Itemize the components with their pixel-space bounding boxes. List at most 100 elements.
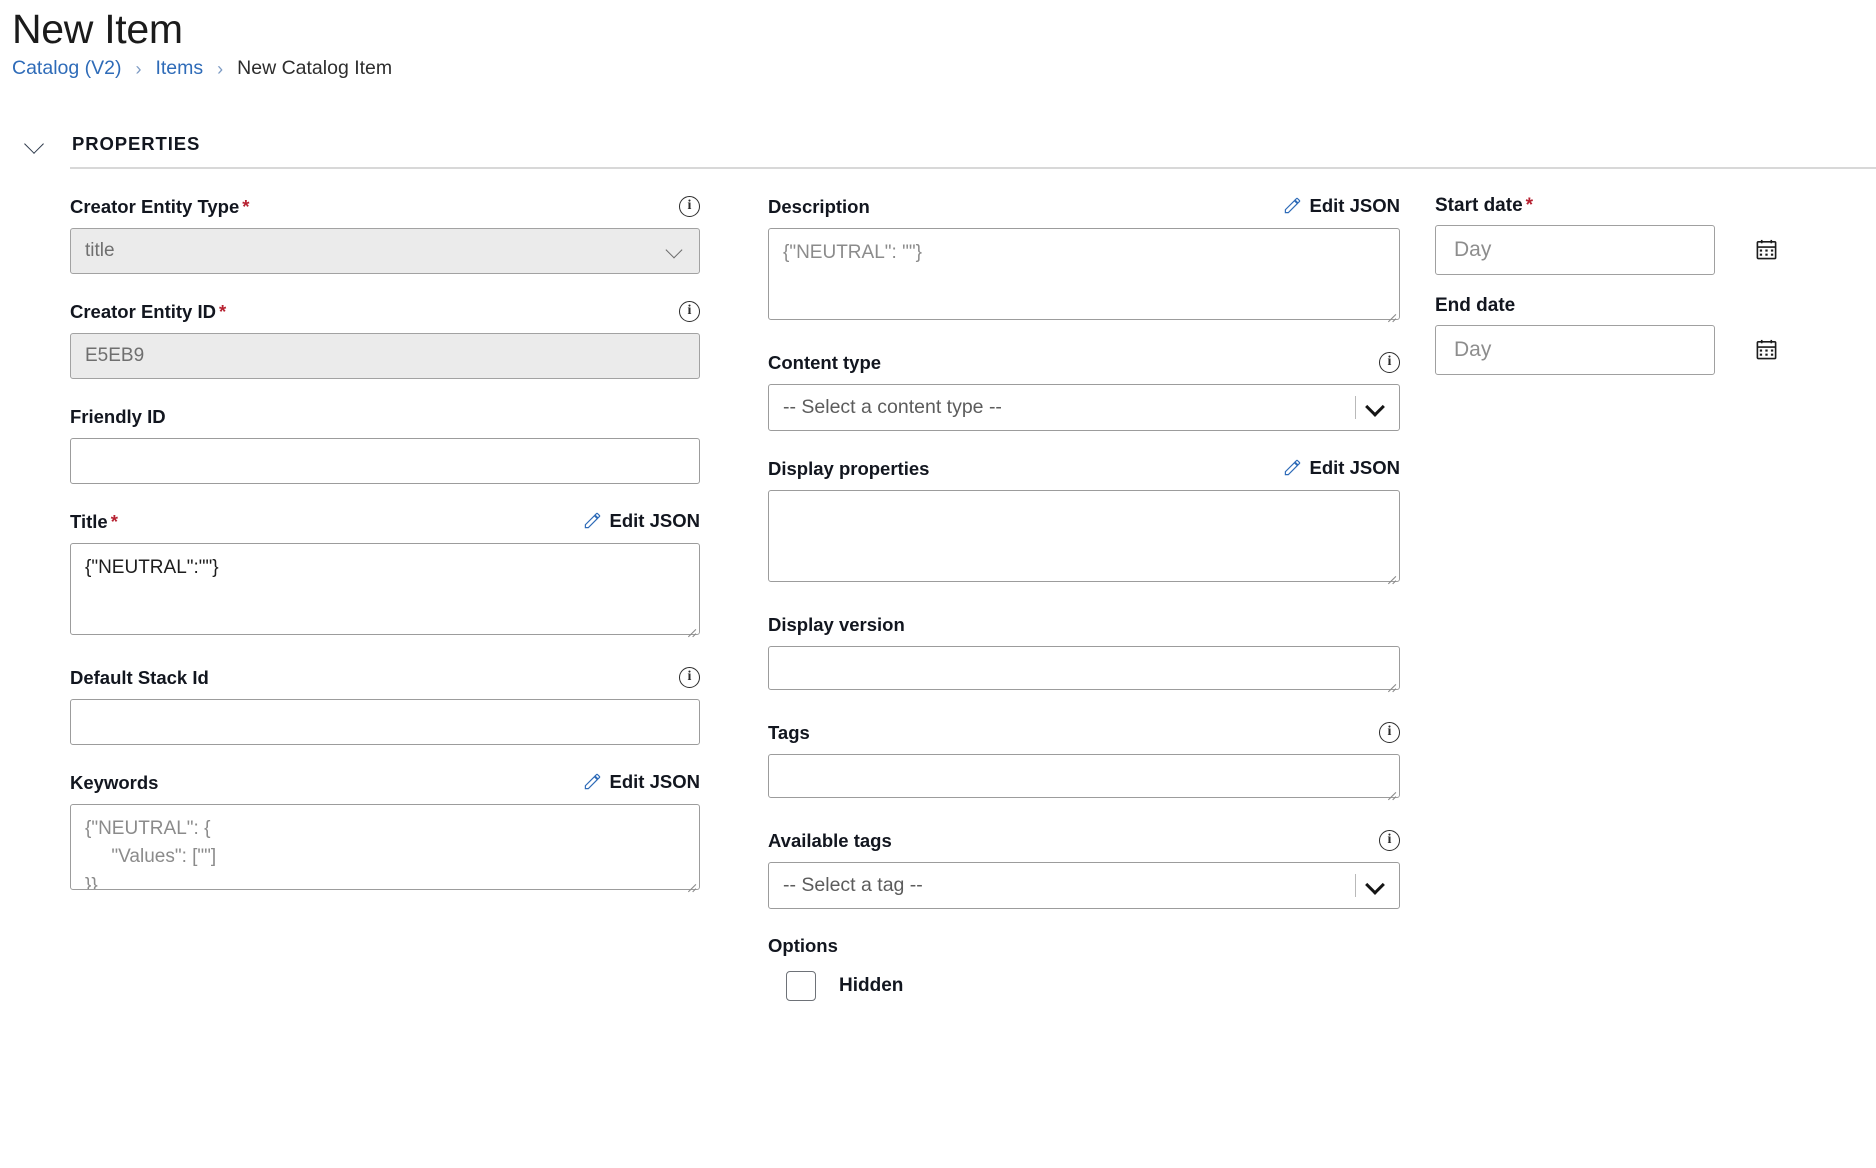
field-header: Friendly ID <box>70 405 700 429</box>
creator-entity-type-select-wrapper[interactable] <box>70 227 700 274</box>
field-label: Display version <box>768 613 905 635</box>
edit-json-button-keywords[interactable]: Edit JSON <box>583 771 700 793</box>
tags-textarea[interactable] <box>768 753 1400 798</box>
field-label: Default Stack Id <box>70 666 209 688</box>
breadcrumb-separator-icon: › <box>135 58 142 79</box>
field-header: Keywords Edit JSON <box>70 771 700 795</box>
form-column-middle: Description Edit JSON Content type i <box>700 195 1400 1027</box>
field-header: Tags i <box>768 721 1400 745</box>
field-label: Description <box>768 195 870 217</box>
edit-json-label: Edit JSON <box>609 770 700 792</box>
field-header: Title * Edit JSON <box>70 510 700 534</box>
field-label: Tags <box>768 721 810 743</box>
display-version-textarea[interactable] <box>768 645 1400 690</box>
hidden-checkbox-label: Hidden <box>839 974 904 996</box>
edit-json-button-description[interactable]: Edit JSON <box>1283 195 1400 217</box>
field-end-date: End date <box>1435 295 1800 375</box>
field-default-stack-id: Default Stack Id i <box>70 666 700 745</box>
content-type-select[interactable] <box>768 383 1400 431</box>
required-asterisk: * <box>110 510 118 532</box>
select-divider <box>1355 395 1356 419</box>
available-tags-select-wrapper[interactable]: -- Select a tag -- <box>768 861 1400 909</box>
start-date-wrapper <box>1435 224 1800 275</box>
description-textarea-wrapper <box>768 227 1400 325</box>
breadcrumb-separator-icon: › <box>217 58 224 79</box>
field-start-date: Start date * <box>1435 195 1800 275</box>
keywords-textarea[interactable] <box>70 803 700 890</box>
field-label: Available tags <box>768 829 892 851</box>
edit-json-label: Edit JSON <box>609 509 700 531</box>
required-asterisk: * <box>242 195 250 217</box>
breadcrumb-item-catalog[interactable]: Catalog (V2) <box>12 59 121 79</box>
info-icon[interactable]: i <box>1379 721 1400 743</box>
section-title: PROPERTIES <box>72 132 201 154</box>
field-keywords: Keywords Edit JSON <box>70 771 700 895</box>
field-label: Display properties <box>768 457 930 479</box>
calendar-icon[interactable] <box>1755 338 1778 361</box>
form-column-right: Start date * Day End date Day <box>1400 195 1800 1027</box>
field-label: Content type <box>768 351 882 373</box>
field-header: Creator Entity Type * i <box>70 195 700 219</box>
start-date-input[interactable] <box>1435 224 1715 275</box>
field-label: Creator Entity Type * <box>70 195 250 217</box>
creator-entity-id-input[interactable] <box>70 332 700 379</box>
field-available-tags: Available tags i -- Select a tag -- <box>768 829 1400 909</box>
field-friendly-id: Friendly ID <box>70 405 700 484</box>
chevron-down-icon[interactable] <box>24 133 46 155</box>
display-properties-textarea[interactable] <box>768 489 1400 582</box>
hidden-checkbox[interactable] <box>786 970 816 1001</box>
display-properties-textarea-wrapper <box>768 489 1400 587</box>
available-tags-select[interactable] <box>768 861 1400 909</box>
info-icon[interactable]: i <box>1379 829 1400 851</box>
field-label: Keywords <box>70 771 159 793</box>
edit-json-button-title[interactable]: Edit JSON <box>583 510 700 532</box>
edit-json-label: Edit JSON <box>1309 456 1400 478</box>
required-asterisk: * <box>1525 194 1534 216</box>
properties-section-header[interactable]: PROPERTIES <box>0 133 1876 155</box>
field-options: Options Hidden <box>768 935 1400 1001</box>
field-creator-entity-id: Creator Entity ID * i <box>70 300 700 379</box>
page-title: New Item <box>12 6 183 52</box>
end-date-wrapper <box>1435 324 1800 375</box>
select-divider <box>1355 873 1356 897</box>
breadcrumb-item-items[interactable]: Items <box>155 59 203 79</box>
field-label: Start date * <box>1435 194 1534 216</box>
properties-section: PROPERTIES Creator Entity Type* i Creato… <box>0 133 1876 1027</box>
field-label: Creator Entity ID * <box>70 300 227 322</box>
pencil-icon <box>1284 197 1300 214</box>
field-display-properties: Display properties Edit JSON <box>768 457 1400 587</box>
form-columns: Creator Entity Type* i Creator Entity ID… <box>0 169 1876 1027</box>
description-textarea[interactable] <box>768 227 1400 320</box>
options-label: Options <box>768 934 838 956</box>
title-textarea[interactable] <box>70 542 700 635</box>
calendar-icon[interactable] <box>1755 238 1778 261</box>
field-tags: Tags i <box>768 721 1400 803</box>
edit-json-label: Edit JSON <box>1309 194 1400 216</box>
field-title: Title * Edit JSON <box>70 510 700 640</box>
info-icon[interactable]: i <box>679 300 700 322</box>
form-column-left: Creator Entity Type* i Creator Entity ID… <box>0 195 700 1027</box>
default-stack-id-input[interactable] <box>70 698 700 745</box>
field-display-version: Display version <box>768 613 1400 695</box>
edit-json-button-display-properties[interactable]: Edit JSON <box>1283 457 1400 479</box>
keywords-textarea-wrapper <box>70 803 700 895</box>
field-header: Display properties Edit JSON <box>768 457 1400 481</box>
field-label: Friendly ID <box>70 405 166 427</box>
field-creator-entity-type: Creator Entity Type * i <box>70 195 700 274</box>
field-label: End date <box>1435 294 1516 316</box>
field-header: Available tags i <box>768 829 1400 853</box>
pencil-icon <box>584 513 600 529</box>
info-icon[interactable]: i <box>679 666 700 688</box>
field-description: Description Edit JSON <box>768 195 1400 325</box>
info-icon[interactable]: i <box>1379 351 1400 373</box>
creator-entity-type-select[interactable] <box>70 227 700 274</box>
field-content-type: Content type i -- Select a content type … <box>768 351 1400 431</box>
info-icon[interactable]: i <box>679 195 700 217</box>
content-type-select-wrapper[interactable]: -- Select a content type -- <box>768 383 1400 431</box>
end-date-input[interactable] <box>1435 324 1715 375</box>
display-version-textarea-wrapper <box>768 645 1400 695</box>
hidden-checkbox-row[interactable]: Hidden <box>768 970 1400 1001</box>
breadcrumb-item-current: New Catalog Item <box>237 57 393 80</box>
page-header: New Item Catalog (V2) › Items › New Cata… <box>0 0 1876 79</box>
friendly-id-input[interactable] <box>70 437 700 484</box>
